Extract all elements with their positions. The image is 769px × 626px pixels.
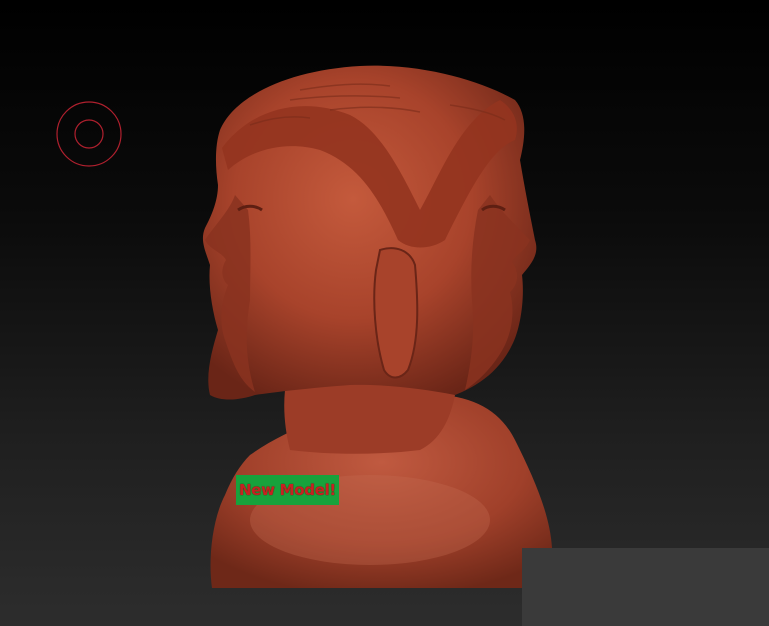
brush-cursor-icon [56, 101, 122, 167]
3d-viewport[interactable]: New Model! [0, 0, 769, 626]
sculpt-model[interactable] [0, 0, 769, 626]
viewport-corner-panel [522, 548, 769, 626]
new-model-badge[interactable]: New Model! [236, 475, 339, 505]
ribbon-knot [373, 247, 419, 379]
